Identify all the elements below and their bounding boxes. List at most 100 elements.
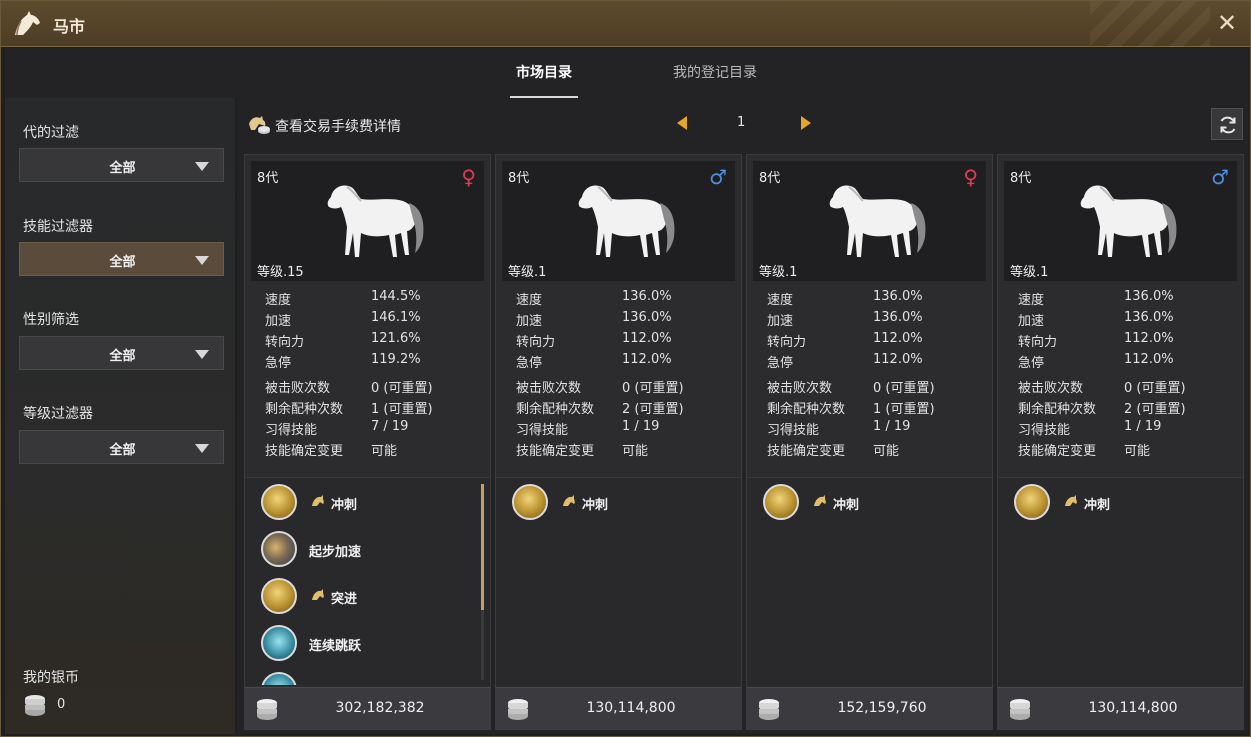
close-button[interactable]: ✕ (1214, 11, 1240, 37)
price-bar[interactable]: 152,159,760 (747, 687, 992, 729)
stat-value: 119.2% (371, 352, 421, 367)
stat-label: 加速 (265, 314, 292, 329)
detail-row: 习得技能 7 / 19 (265, 417, 480, 438)
stat-label: 急停 (767, 356, 794, 371)
detail-value: 7 / 19 (371, 419, 409, 434)
detail-label: 习得技能 (767, 423, 820, 438)
skill-icon (763, 484, 799, 520)
stat-value: 112.0% (1124, 331, 1174, 346)
stat-label: 急停 (516, 356, 543, 371)
stat-value: 136.0% (873, 289, 923, 304)
detail-value: 可能 (622, 444, 649, 459)
skill-name: 道慎 (309, 682, 335, 685)
stat-row: 速度 136.0% (1018, 287, 1233, 308)
detail-row: 技能确定变更 可能 (265, 438, 480, 459)
skill-icon (261, 625, 297, 661)
detail-value: 0 (可重置) (1124, 381, 1186, 396)
price-bar[interactable]: 302,182,382 (245, 687, 490, 729)
stat-value: 112.0% (873, 352, 923, 367)
horse-skill-badge-icon (1065, 495, 1077, 506)
skill-name: 起步加速 (309, 545, 362, 560)
detail-label: 习得技能 (1018, 423, 1071, 438)
horse-market-window: 马市 ✕ 市场目录 我的登记目录 代的过滤 全部 技能过滤器 全部 性别筛选 全… (0, 0, 1251, 737)
stat-label: 加速 (516, 314, 543, 329)
skill-filter-dropdown[interactable]: 全部 (19, 242, 224, 276)
price-bar[interactable]: 130,114,800 (998, 687, 1243, 729)
horse-image (1080, 185, 1177, 257)
gender-filter-dropdown[interactable]: 全部 (19, 336, 224, 370)
skill-list: 冲刺起步加速突进连续跳跃道慎 (245, 477, 490, 685)
refresh-button[interactable] (1211, 108, 1243, 140)
detail-row: 被击败次数 0 (可重置) (516, 375, 731, 396)
detail-row: 剩余配种次数 2 (可重置) (1018, 396, 1233, 417)
female-icon: ♀ (963, 165, 978, 189)
stat-row: 转向力 121.6% (265, 329, 480, 350)
stat-label: 转向力 (516, 335, 556, 350)
stat-label: 加速 (767, 314, 794, 329)
silver-coins-icon (1010, 699, 1030, 720)
page-number: 1 (737, 115, 746, 130)
level-label: 等级.1 (1010, 265, 1049, 280)
filter-sidebar: 代的过滤 全部 技能过滤器 全部 性别筛选 全部 等级过滤器 全部 我的银币 0 (5, 98, 235, 734)
horse-portrait: 8代 ♂ 等级.1 (502, 161, 735, 281)
detail-label: 被击败次数 (767, 381, 833, 396)
silver-coins-icon (759, 699, 779, 720)
stat-label: 转向力 (1018, 335, 1058, 350)
detail-label: 技能确定变更 (1018, 444, 1097, 459)
detail-value: 0 (可重置) (622, 381, 684, 396)
price-bar[interactable]: 130,114,800 (496, 687, 741, 729)
stat-row: 速度 144.5% (265, 287, 480, 308)
horse-portrait: 8代 ♂ 等级.1 (1004, 161, 1237, 281)
detail-value: 1 / 19 (622, 419, 660, 434)
stat-value: 136.0% (873, 310, 923, 325)
next-page-icon[interactable] (801, 116, 811, 130)
horse-listing-card[interactable]: 8代 ♂ 等级.1 速度 136.0% 加速 136.0% 转向力 112.0% 急停 112.0%… (997, 154, 1244, 730)
stat-value: 136.0% (622, 289, 672, 304)
detail-row: 被击败次数 0 (可重置) (1018, 375, 1233, 396)
horse-portrait: 8代 ♀ 等级.1 (753, 161, 986, 281)
horse-skill-badge-icon (312, 589, 324, 600)
chevron-down-icon (195, 256, 209, 265)
horse-listing-card[interactable]: 8代 ♂ 等级.1 速度 136.0% 加速 136.0% 转向力 112.0% 急停 112.0%… (495, 154, 742, 730)
horse-listing-card[interactable]: 8代 ♀ 等级.1 速度 136.0% 加速 136.0% 转向力 112.0% 急停 112.0%… (746, 154, 993, 730)
previous-page-icon[interactable] (677, 116, 687, 130)
horse-skill-badge-icon (814, 495, 826, 506)
skill-list-scrollbar[interactable] (481, 484, 484, 680)
close-icon[interactable]: ✕ (1217, 9, 1237, 37)
horse-coin-icon (249, 116, 270, 134)
level-filter-dropdown[interactable]: 全部 (19, 430, 224, 464)
detail-row: 剩余配种次数 1 (可重置) (767, 396, 982, 417)
tab-my-registrations[interactable]: 我的登记目录 (669, 62, 761, 98)
skill-icon (261, 484, 297, 520)
scrollbar-thumb[interactable] (481, 484, 484, 610)
horse-stats: 速度 136.0% 加速 136.0% 转向力 112.0% 急停 112.0% 被击败次数 0 … (1018, 287, 1233, 459)
skill-list: 冲刺 (998, 477, 1243, 685)
horse-stats: 速度 136.0% 加速 136.0% 转向力 112.0% 急停 112.0% 被击败次数 0 … (516, 287, 731, 459)
horse-listing-card[interactable]: 8代 ♀ 等级.15 速度 144.5% 加速 146.1% 转向力 121.6% 急停 119.2… (244, 154, 491, 730)
detail-row: 习得技能 1 / 19 (767, 417, 982, 438)
detail-row: 习得技能 1 / 19 (1018, 417, 1233, 438)
tab-label: 市场目录 (516, 65, 572, 81)
level-label: 等级.1 (508, 265, 547, 280)
detail-value: 可能 (1124, 444, 1151, 459)
my-silver-value: 0 (57, 697, 66, 712)
horse-image (327, 185, 424, 257)
stat-label: 急停 (1018, 356, 1045, 371)
detail-value: 2 (可重置) (622, 402, 684, 417)
detail-value: 1 (可重置) (371, 402, 433, 417)
female-icon: ♀ (461, 165, 476, 189)
stat-value: 112.0% (873, 331, 923, 346)
skill-filter-label: 技能过滤器 (23, 219, 93, 235)
stat-value: 112.0% (1124, 352, 1174, 367)
refresh-icon (1220, 116, 1236, 134)
chevron-down-icon (195, 350, 209, 359)
detail-label: 技能确定变更 (767, 444, 846, 459)
stat-value: 121.6% (371, 331, 421, 346)
detail-label: 习得技能 (265, 423, 318, 438)
tab-market-list[interactable]: 市场目录 (510, 62, 578, 98)
stat-value: 146.1% (371, 310, 421, 325)
generation-filter-dropdown[interactable]: 全部 (19, 148, 224, 182)
detail-row: 技能确定变更 可能 (767, 438, 982, 459)
detail-label: 被击败次数 (1018, 381, 1084, 396)
chevron-down-icon (195, 444, 209, 453)
